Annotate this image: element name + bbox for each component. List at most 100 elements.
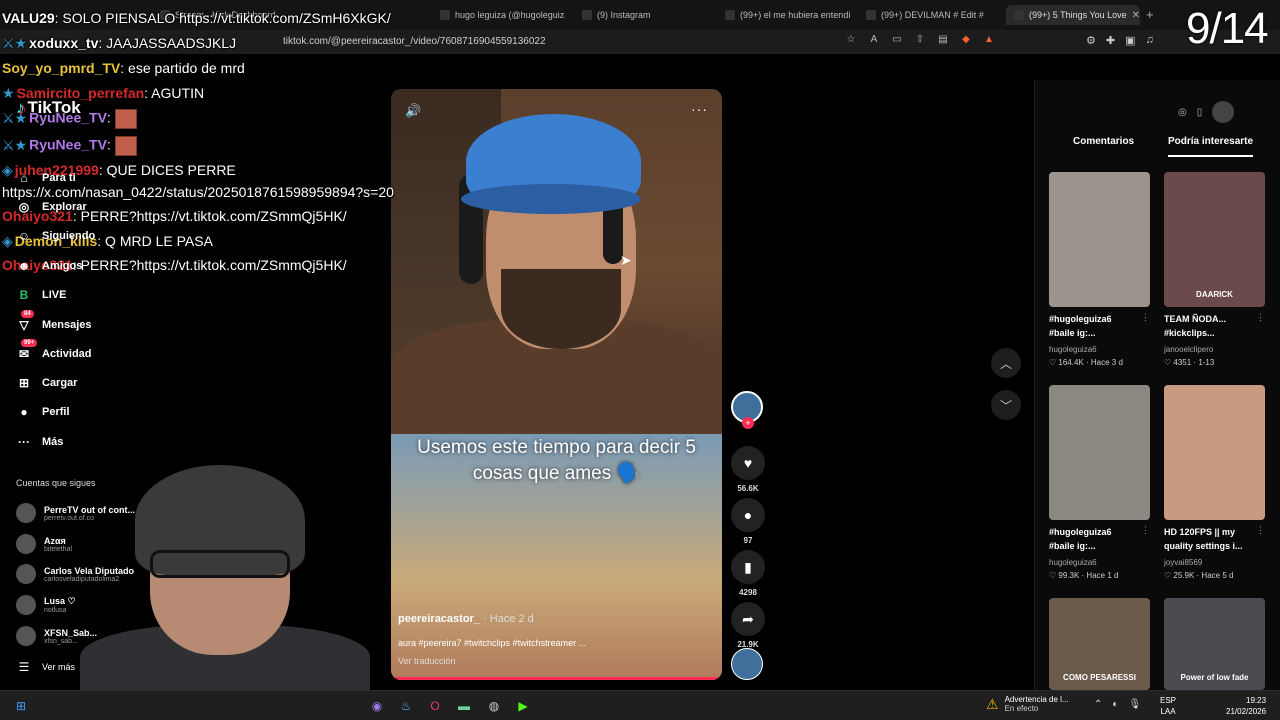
translate-icon[interactable]: A (868, 34, 880, 45)
app-icon[interactable]: ▬ (456, 698, 472, 714)
following-item[interactable]: Lusa ♡ notlusa (16, 595, 76, 615)
volume-icon[interactable]: 🔊 (405, 103, 421, 119)
microphone-icon[interactable]: 🎙 (1128, 699, 1141, 710)
suggested-video-author[interactable]: janooelclipero (1164, 345, 1213, 354)
tab-suggested[interactable]: Podría interesarte (1168, 136, 1254, 157)
puzzle-icon[interactable]: ✚ (1106, 34, 1115, 47)
share-icon[interactable]: ⇧ (914, 34, 926, 45)
more-options-icon[interactable]: ⋮ (1141, 525, 1150, 536)
user-avatar[interactable] (1212, 101, 1235, 123)
more-options-icon[interactable]: ··· (691, 101, 708, 117)
suggested-video-author[interactable]: joyvai8569 (1164, 558, 1202, 567)
browser-tab[interactable]: (99+) el me hubiera entendido (725, 5, 850, 25)
brave-rewards-icon[interactable]: ▲ (983, 34, 995, 45)
bookmark-icon[interactable]: ▮ (731, 550, 765, 584)
video-author[interactable]: peereiracastor_ · Hace 2 d (398, 613, 534, 625)
suggested-video-title[interactable]: TEAM ÑODA... #kickclips... (1164, 312, 1264, 340)
suggested-video-thumbnail[interactable] (1049, 172, 1150, 307)
video-progress-bar[interactable] (391, 677, 722, 680)
next-video-button[interactable]: ﹀ (991, 390, 1021, 420)
install-icon[interactable]: ▤ (937, 34, 949, 45)
following-item[interactable]: PerreTV out of cont... perretv.out.of.co (16, 503, 135, 523)
nav-item-para-ti[interactable]: ⌂ Para ti (16, 170, 75, 186)
avatar[interactable]: + (731, 391, 763, 429)
share-action[interactable]: ➦ 21.9K (731, 602, 765, 649)
nav-item-perfil[interactable]: ● Perfil (16, 404, 69, 420)
kick-icon[interactable]: ▶ (515, 698, 531, 714)
more-options-icon[interactable]: ⋮ (1141, 312, 1150, 323)
suggested-video-author[interactable]: hugoleguiza6 (1049, 558, 1097, 567)
more-options-icon[interactable]: ⋮ (1256, 525, 1265, 536)
suggested-video-thumbnail[interactable] (1164, 385, 1265, 520)
url-field[interactable]: tiktok.com/@peereiracastor_/video/760871… (283, 36, 546, 47)
chat-username[interactable]: VALU29 (2, 10, 55, 26)
nav-item-explorar[interactable]: ◎ Explorar (16, 199, 87, 215)
chat-text: : JAAJASSAADSJKLJ (98, 35, 237, 51)
translate-link[interactable]: Ver traducción (398, 656, 456, 666)
heart-action[interactable]: ♥ 56.6K (731, 446, 765, 493)
chat-username[interactable]: Soy_yo_pmrd_TV (2, 60, 120, 76)
suggested-video-thumbnail[interactable] (1049, 385, 1150, 520)
suggested-video-title[interactable]: #hugoleguiza6 #baile ig:... (1049, 312, 1149, 340)
chevron-up-icon[interactable]: ⌃ (1094, 699, 1102, 710)
suggested-video-title[interactable]: #hugoleguiza6 #baile ig:... (1049, 525, 1149, 553)
suggested-video-thumbnail[interactable]: DAARICK (1164, 172, 1265, 307)
new-tab-button[interactable]: + (1146, 7, 1154, 22)
app-tray-icon[interactable]: ◐ (1112, 699, 1118, 710)
following-item[interactable]: Carlos Vela Diputado carlosveladiputadoli… (16, 564, 134, 584)
nav-item-más[interactable]: ··· Más (16, 434, 63, 450)
following-item[interactable]: XFSN_Sab... xfsn_sab... (16, 626, 97, 646)
windows-start-icon[interactable]: ⊞ (13, 698, 29, 714)
browser-tab[interactable]: hugo leguiza (@hugoleguiza6) (440, 5, 565, 25)
cast-icon[interactable]: ▭ (891, 34, 903, 45)
sound-avatar[interactable] (731, 648, 765, 680)
browser-tab[interactable]: (99+) 5 Things You Love ✕ (1006, 5, 1140, 25)
bookmark-action[interactable]: ▮ 4298 (731, 550, 765, 597)
language-indicator[interactable]: ESP LAA (1160, 695, 1176, 717)
security-warning[interactable]: ⚠ Advertencia de l... En efecto (986, 695, 1069, 713)
video-player[interactable]: Usemos este tiempo para decir 5 cosas qu… (391, 89, 722, 680)
previous-video-button[interactable]: ︿ (991, 348, 1021, 378)
follow-plus-icon[interactable]: + (742, 417, 754, 429)
tab-comments[interactable]: Comentarios (1073, 136, 1134, 147)
chat-username[interactable]: RyuNee_TV (29, 137, 107, 153)
browser-tab[interactable]: (99+) DEVILMAN # Edit # (866, 5, 991, 25)
coins-icon[interactable]: ◎ (1178, 107, 1187, 118)
chat-username[interactable]: xoduxx_tv (29, 35, 98, 51)
obs-icon[interactable]: ◍ (486, 698, 502, 714)
steam-icon[interactable]: ♨ (398, 698, 414, 714)
share-icon[interactable]: ➦ (731, 602, 765, 636)
suggested-video-author[interactable]: hugoleguiza6 (1049, 345, 1097, 354)
nav-item-siguiendo[interactable]: ☺ Siguiendo (16, 228, 95, 244)
nav-item-amigos[interactable]: ☻ Amigos (16, 258, 83, 274)
music-icon[interactable]: ♫ (1146, 34, 1154, 47)
sound-disc-icon[interactable] (731, 648, 763, 680)
clock[interactable]: 19:23 21/02/2026 (1226, 695, 1266, 717)
nav-item-cargar[interactable]: ⊞ Cargar (16, 375, 78, 391)
creator-avatar[interactable]: + (731, 391, 765, 429)
close-tab-icon[interactable]: ✕ (1132, 10, 1140, 21)
discord-icon[interactable]: ◉ (369, 698, 385, 714)
device-icon[interactable]: ▯ (1197, 107, 1203, 118)
nav-item-live[interactable]: B LIVE (16, 287, 67, 303)
nav-item-actividad[interactable]: ✉ 99+ Actividad (16, 339, 92, 362)
extension-icon[interactable]: ⚙ (1086, 34, 1096, 47)
heart-icon[interactable]: ♥ (731, 446, 765, 480)
chat-username[interactable]: RyuNee_TV (29, 110, 107, 126)
comment-icon[interactable]: ● (731, 498, 765, 532)
sidebar-icon[interactable]: ▣ (1125, 34, 1135, 47)
video-description[interactable]: aura #peereira7 #twitchclips #twitchstre… (398, 638, 586, 648)
following-item[interactable]: Azαя bitelethal (16, 534, 72, 554)
chat-username[interactable]: Samircito_perrefan (17, 85, 145, 101)
brave-shield-icon[interactable]: ◆ (960, 34, 972, 45)
opera-icon[interactable]: O (427, 698, 443, 714)
suggested-video-title[interactable]: HD 120FPS || my quality settings i... (1164, 525, 1264, 553)
more-options-icon[interactable]: ⋮ (1256, 312, 1265, 323)
nav-item-mensajes[interactable]: ▽ 84 Mensajes (16, 310, 92, 333)
suggested-video-thumbnail[interactable]: Power of low fade (1164, 598, 1265, 690)
bookmark-icon[interactable]: ☆ (845, 34, 857, 45)
browser-tab[interactable]: (9) Instagram (582, 5, 707, 25)
comment-action[interactable]: ● 97 (731, 498, 765, 545)
suggested-video-thumbnail[interactable]: COMO PESARESSI (1049, 598, 1150, 690)
profile-icon: ● (20, 405, 28, 419)
